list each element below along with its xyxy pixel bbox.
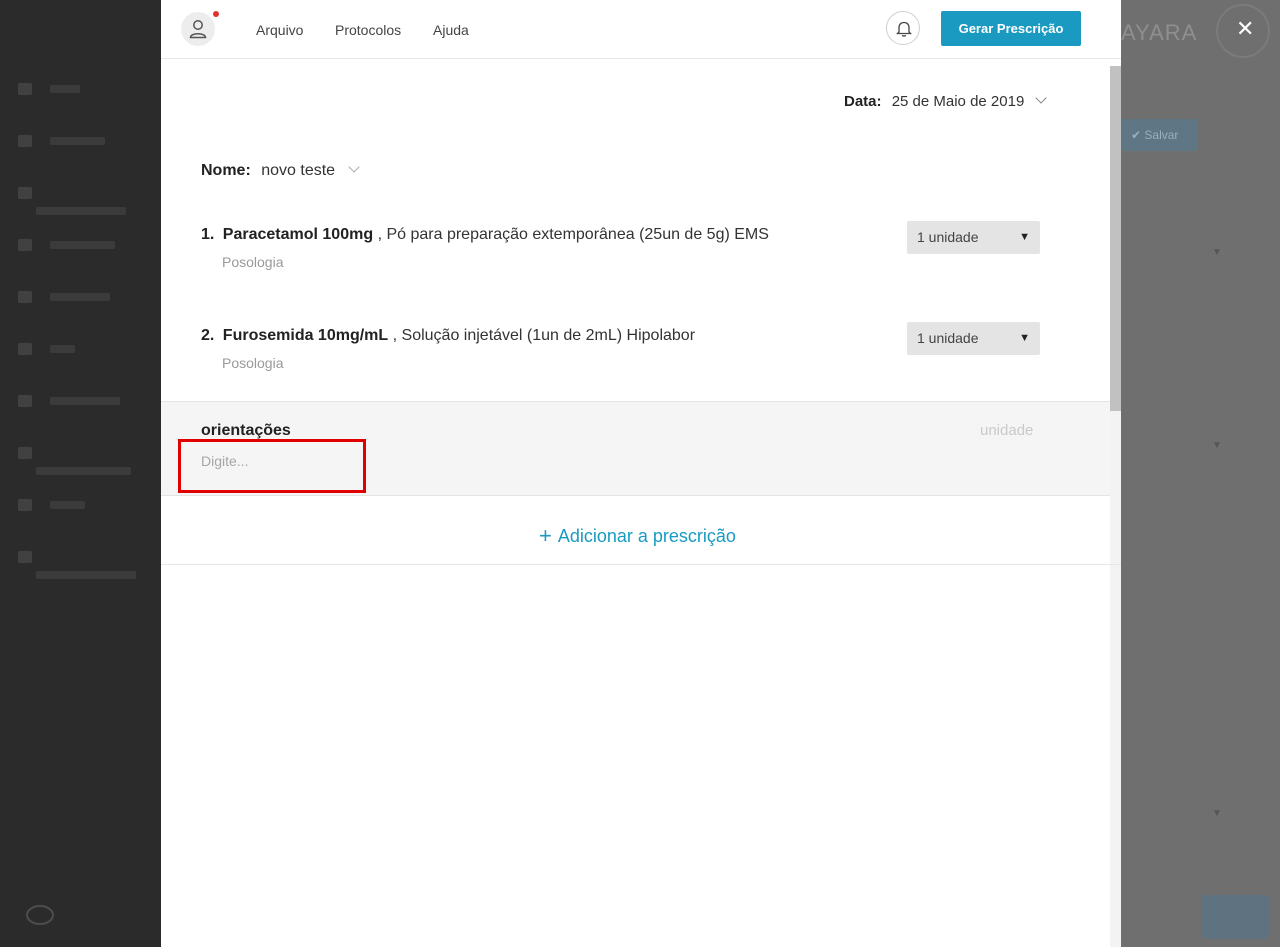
modal-topbar: Arquivo Protocolos Ajuda Gerar Prescriçã… [161, 0, 1121, 59]
background-sidebar-item [18, 548, 138, 579]
date-selector[interactable]: Data: 25 de Maio de 2019 [844, 92, 1048, 110]
background-sidebar-item [18, 288, 138, 303]
background-sidebar-item [18, 340, 138, 355]
add-to-prescription-link[interactable]: + Adicionar a prescrição [539, 522, 736, 548]
posologia-field[interactable]: Posologia [222, 355, 284, 371]
medication-description: , Solução injetável (1un de 2mL) Hipolab… [392, 327, 696, 344]
medication-description: , Pó para preparação extemporânea (25un … [377, 226, 769, 243]
background-sidebar-item [18, 184, 138, 215]
background-sidebar [0, 0, 161, 947]
add-to-prescription-label: Adicionar a prescrição [557, 526, 736, 546]
name-label: Nome: [201, 162, 251, 179]
background-save-button: ✔ Salvar [1121, 119, 1198, 151]
background-save-label: Salvar [1144, 128, 1179, 142]
orientations-unit: unidade [980, 422, 1034, 439]
menu-protocolos[interactable]: Protocolos [335, 22, 401, 38]
scrollbar-thumb[interactable] [1110, 66, 1121, 411]
chevron-down-icon: ▼ [1212, 440, 1222, 451]
medication-number: 2. [201, 327, 215, 344]
chevron-down-icon: ▼ [1212, 808, 1222, 819]
date-value[interactable]: 25 de Maio de 2019 [892, 93, 1025, 110]
background-brand-text: AYARA [1121, 20, 1198, 45]
notifications-button[interactable] [886, 11, 920, 45]
medication-line: 2. Furosemida 10mg/mL , Solução injetáve… [201, 327, 695, 345]
quantity-value: 1 unidade [917, 330, 979, 346]
name-value[interactable]: novo teste [261, 162, 335, 179]
user-icon [189, 20, 207, 39]
posologia-field[interactable]: Posologia [222, 254, 284, 270]
quantity-select[interactable]: 1 unidade ▼ [907, 221, 1040, 254]
medication-item[interactable]: 1. Paracetamol 100mg , Pó para preparaçã… [201, 221, 1081, 286]
orientations-title: orientações [201, 422, 291, 439]
background-sidebar-item [18, 132, 138, 147]
bell-icon [896, 21, 912, 37]
highlight-box [178, 439, 366, 493]
dropdown-arrow-icon: ▼ [1019, 231, 1030, 243]
medication-number: 1. [201, 226, 215, 243]
background-sidebar-item [18, 444, 138, 475]
date-label: Data: [844, 93, 882, 110]
background-sidebar-item [18, 80, 138, 95]
notification-dot [213, 11, 219, 17]
medication-name: Paracetamol 100mg [222, 226, 374, 243]
background-sidebar-item [18, 392, 138, 407]
quantity-select[interactable]: 1 unidade ▼ [907, 322, 1040, 355]
generate-prescription-button[interactable]: Gerar Prescrição [941, 11, 1081, 46]
user-avatar-button[interactable] [181, 12, 215, 46]
dropdown-arrow-icon: ▼ [1019, 332, 1030, 344]
chevron-down-icon: ▼ [1212, 247, 1222, 258]
plus-icon: + [539, 523, 552, 548]
add-to-prescription-row: + Adicionar a prescrição [161, 497, 1121, 565]
close-icon[interactable]: ✕ [1236, 16, 1254, 42]
chevron-down-icon[interactable] [347, 161, 360, 173]
menu-arquivo[interactable]: Arquivo [256, 22, 303, 38]
background-sidebar-item [18, 496, 138, 511]
name-selector[interactable]: Nome: novo teste [201, 161, 360, 180]
chat-icon [26, 905, 54, 925]
chevron-down-icon[interactable] [1035, 92, 1048, 104]
menu-ajuda[interactable]: Ajuda [433, 22, 469, 38]
chat-widget-icon [1201, 895, 1269, 939]
medication-name: Furosemida 10mg/mL [222, 327, 389, 344]
background-sidebar-item [18, 236, 138, 251]
quantity-value: 1 unidade [917, 229, 979, 245]
medication-item[interactable]: 2. Furosemida 10mg/mL , Solução injetáve… [201, 322, 1081, 387]
medication-line: 1. Paracetamol 100mg , Pó para preparaçã… [201, 226, 769, 244]
